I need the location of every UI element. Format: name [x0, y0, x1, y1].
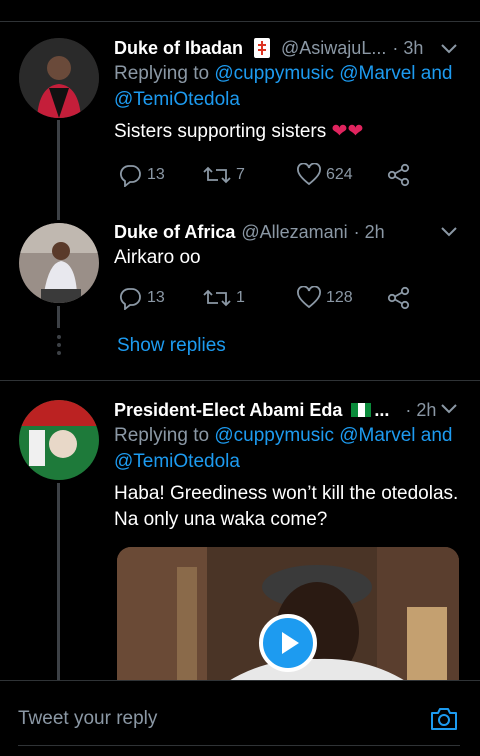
play-icon: [282, 632, 299, 654]
chevron-down-icon[interactable]: [440, 225, 458, 239]
tweet-text-line: Haba! Greediness won’t kill the otedolas…: [114, 483, 459, 504]
reply-composer: Tweet your reply: [0, 680, 480, 756]
tweet-text-line: Na only una waka come?: [114, 509, 328, 530]
timestamp: · 3h: [392, 38, 424, 58]
camera-icon[interactable]: [428, 703, 460, 735]
author-handle[interactable]: @AsiwajuL...: [281, 35, 386, 61]
reply-icon: [119, 288, 141, 310]
timestamp: · 2h: [405, 400, 437, 420]
mention-link[interactable]: @cuppymusic @Marvel and: [214, 63, 452, 84]
reply-count: 13: [147, 166, 165, 183]
replying-prefix: Replying to: [114, 425, 210, 446]
thread-line: [57, 306, 60, 328]
author-name[interactable]: President-Elect Abami Eda: [114, 397, 342, 423]
mahjong-tile-icon: [251, 37, 273, 59]
author-name[interactable]: Duke of Ibadan: [114, 35, 243, 61]
avatar[interactable]: [19, 38, 99, 118]
like-count: 128: [326, 289, 353, 306]
share-icon: [387, 163, 410, 187]
like-icon: [297, 286, 321, 309]
share-button[interactable]: [386, 163, 416, 187]
like-count: 624: [326, 166, 353, 183]
replying-to: Replying to @cuppymusic @Marvel and @Tem…: [114, 423, 464, 475]
mention-link[interactable]: @TemiOtedola: [114, 89, 240, 110]
top-divider: [0, 21, 480, 22]
retweet-icon: [203, 166, 231, 184]
retweet-icon: [203, 289, 231, 307]
author-name-ellipsis: ...: [374, 400, 390, 420]
replying-to: Replying to @cuppymusic @Marvel and @Tem…: [114, 61, 464, 113]
tweet-text: Haba! Greediness won’t kill the otedolas…: [114, 481, 480, 533]
reply-button[interactable]: 13: [117, 163, 165, 187]
avatar[interactable]: [19, 400, 99, 480]
chevron-down-icon[interactable]: [440, 402, 458, 416]
mention-link[interactable]: @TemiOtedola: [114, 451, 240, 472]
retweet-button[interactable]: 7: [202, 163, 245, 187]
reply-count: 13: [147, 289, 165, 306]
reply-icon: [119, 165, 141, 187]
reply-button[interactable]: 13: [117, 286, 165, 310]
share-button[interactable]: [386, 286, 416, 310]
author-name[interactable]: Duke of Africa: [114, 219, 235, 245]
more-replies-dots: [57, 335, 61, 355]
tweet-divider: [0, 380, 480, 381]
chevron-down-icon[interactable]: [440, 42, 458, 56]
show-replies-link[interactable]: Show replies: [117, 335, 226, 357]
tweet-text: Sisters supporting sisters ❤❤: [114, 121, 364, 142]
play-button[interactable]: [259, 614, 317, 672]
retweet-button[interactable]: 1: [202, 286, 245, 310]
like-button[interactable]: 624: [296, 163, 353, 187]
like-icon: [297, 163, 321, 186]
replying-prefix: Replying to: [114, 63, 210, 84]
tweet-text: Airkaro oo: [114, 247, 201, 268]
thread-line: [57, 120, 60, 220]
share-icon: [387, 286, 410, 310]
like-button[interactable]: 128: [296, 286, 353, 310]
timestamp: · 2h: [353, 222, 385, 242]
composer-underline: [18, 745, 460, 746]
reply-input[interactable]: Tweet your reply: [18, 708, 157, 730]
thread-line: [57, 483, 60, 680]
mention-link[interactable]: @cuppymusic @Marvel and: [214, 425, 452, 446]
author-handle[interactable]: @Allezamani: [241, 219, 347, 245]
flag-nigeria-icon: [350, 399, 372, 421]
retweet-count: 1: [236, 289, 245, 306]
avatar[interactable]: [19, 223, 99, 303]
retweet-count: 7: [236, 166, 245, 183]
